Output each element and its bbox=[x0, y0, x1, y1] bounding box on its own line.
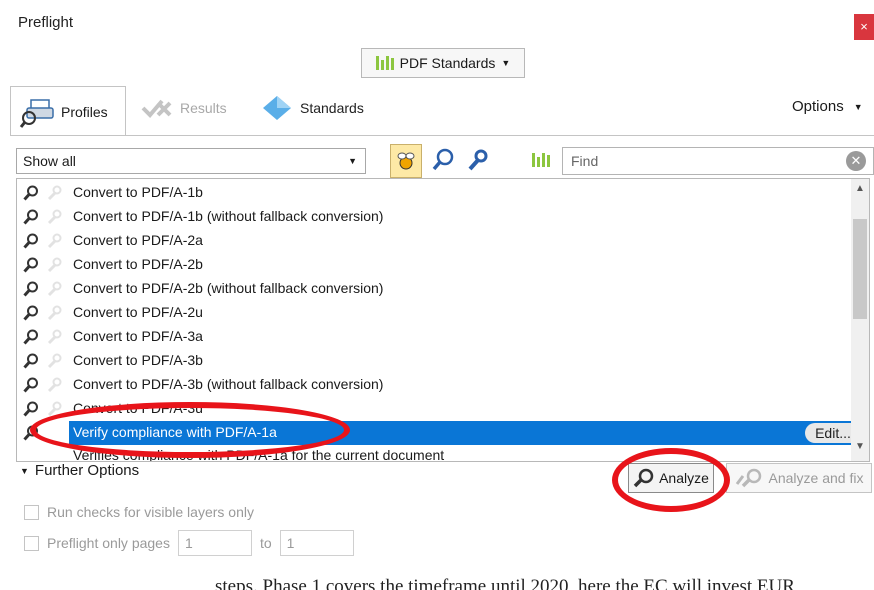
preflight-window: Preflight × PDF Standards ▼ Profiles Res… bbox=[0, 0, 874, 580]
analyze-tool-button[interactable] bbox=[428, 144, 458, 176]
magnifier-icon bbox=[23, 377, 39, 396]
magnifier-icon bbox=[23, 353, 39, 372]
visible-layers-checkbox[interactable] bbox=[24, 504, 39, 520]
profile-label: Convert to PDF/A-3b (without fallback co… bbox=[73, 376, 384, 392]
profile-row[interactable]: Convert to PDF/A-2b bbox=[17, 253, 851, 277]
wrench-icon bbox=[46, 209, 62, 228]
chevron-down-icon: ▼ bbox=[853, 101, 863, 112]
clear-search-icon[interactable]: ✕ bbox=[846, 151, 866, 171]
tab-standards-label: Standards bbox=[300, 100, 364, 116]
wrench-icon bbox=[46, 329, 62, 348]
profile-label: Convert to PDF/A-2a bbox=[73, 232, 203, 248]
pages-label: Preflight only pages bbox=[47, 535, 170, 551]
library-button[interactable] bbox=[526, 144, 556, 176]
scroll-up-icon[interactable]: ▲ bbox=[855, 183, 865, 194]
bee-icon bbox=[397, 152, 415, 170]
tab-divider bbox=[10, 135, 874, 136]
magnifier-icon bbox=[23, 305, 39, 324]
tab-results-label: Results bbox=[180, 100, 227, 116]
pages-option[interactable]: Preflight only pages 1 to 1 bbox=[24, 530, 354, 556]
close-button[interactable]: × bbox=[854, 14, 874, 40]
tab-profiles-label: Profiles bbox=[61, 103, 108, 120]
profile-row[interactable]: Convert to PDF/A-2b (without fallback co… bbox=[17, 277, 851, 301]
profile-row[interactable]: Convert to PDF/A-2a bbox=[17, 229, 851, 253]
magnifier-icon bbox=[23, 185, 39, 204]
options-label: Options bbox=[792, 98, 844, 115]
collapse-arrow-icon: ▼ bbox=[20, 465, 29, 476]
further-options-toggle[interactable]: ▼ Further Options bbox=[20, 462, 139, 479]
library-icon bbox=[532, 153, 550, 167]
pdf-standards-label: PDF Standards bbox=[399, 55, 496, 71]
profile-row[interactable]: Convert to PDF/A-3b (without fallback co… bbox=[17, 373, 851, 397]
search-input[interactable]: Find bbox=[562, 147, 874, 175]
annotation-circle-profile bbox=[30, 402, 350, 458]
filter-value: Show all bbox=[23, 153, 76, 169]
wrench-icon bbox=[468, 149, 488, 171]
wrench-icon bbox=[46, 281, 62, 300]
scrollbar[interactable]: ▲ ▼ bbox=[851, 179, 869, 461]
analyze-fix-label: Analyze and fix bbox=[768, 470, 864, 486]
profile-label: Convert to PDF/A-3b bbox=[73, 352, 203, 368]
magnifier-icon bbox=[23, 257, 39, 276]
profile-row[interactable]: Convert to PDF/A-1b bbox=[17, 181, 851, 205]
search-placeholder: Find bbox=[571, 153, 599, 169]
pages-checkbox[interactable] bbox=[24, 535, 39, 551]
wrench-icon bbox=[46, 305, 62, 324]
magnifier-icon bbox=[23, 329, 39, 348]
visible-layers-label: Run checks for visible layers only bbox=[47, 504, 254, 520]
magnifier-icon bbox=[23, 281, 39, 300]
magnifier-icon bbox=[23, 209, 39, 228]
further-options-label: Further Options bbox=[34, 462, 140, 479]
profile-label: Convert to PDF/A-1b bbox=[73, 184, 203, 200]
profile-row[interactable]: Convert to PDF/A-1b (without fallback co… bbox=[17, 205, 851, 229]
chevron-down-icon: ▼ bbox=[348, 156, 357, 166]
analyze-and-fix-button[interactable]: Analyze and fix bbox=[726, 463, 872, 493]
annotation-circle-analyze bbox=[612, 448, 730, 512]
from-page-input[interactable]: 1 bbox=[177, 530, 252, 556]
standards-icon bbox=[263, 96, 291, 120]
scroll-down-icon[interactable]: ▼ bbox=[855, 441, 865, 452]
tab-results[interactable]: Results bbox=[140, 92, 227, 124]
tab-standards[interactable]: Standards bbox=[262, 92, 364, 124]
profile-label: Convert to PDF/A-1b (without fallback co… bbox=[73, 208, 384, 224]
scrollbar-thumb[interactable] bbox=[853, 219, 867, 319]
wrench-icon bbox=[46, 257, 62, 276]
results-icon bbox=[141, 99, 172, 118]
fix-tool-button[interactable] bbox=[462, 144, 492, 176]
filter-dropdown[interactable]: Show all ▼ bbox=[16, 148, 366, 174]
pdf-standards-dropdown[interactable]: PDF Standards ▼ bbox=[361, 48, 525, 78]
magnifier-icon bbox=[432, 148, 454, 171]
profile-row[interactable]: Convert to PDF/A-3b bbox=[17, 349, 851, 373]
chevron-down-icon: ▼ bbox=[501, 58, 511, 68]
profiles-icon bbox=[19, 98, 54, 128]
wrench-icon bbox=[46, 377, 62, 396]
profile-row[interactable]: Convert to PDF/A-2u bbox=[17, 301, 851, 325]
library-icon bbox=[375, 56, 394, 70]
window-title: Preflight bbox=[18, 14, 74, 31]
profile-row[interactable]: Convert to PDF/A-3a bbox=[17, 325, 851, 349]
profile-label: Convert to PDF/A-2b bbox=[73, 256, 203, 272]
magnifier-icon bbox=[23, 401, 39, 420]
magnifier-icon bbox=[23, 233, 39, 252]
select-profiles-button[interactable] bbox=[390, 144, 422, 178]
visible-layers-option[interactable]: Run checks for visible layers only bbox=[24, 504, 254, 520]
profile-label: Convert to PDF/A-2b (without fallback co… bbox=[73, 280, 384, 296]
wrench-icon bbox=[46, 353, 62, 372]
background-document-text: steps. Phase 1 covers the timeframe unti… bbox=[215, 576, 795, 590]
flag-icon[interactable] bbox=[869, 425, 870, 441]
wrench-icon bbox=[46, 185, 62, 204]
to-page-input[interactable]: 1 bbox=[279, 530, 354, 556]
analyze-fix-icon bbox=[735, 468, 761, 488]
tab-profiles[interactable]: Profiles bbox=[10, 86, 126, 136]
options-menu[interactable]: Options ▼ bbox=[792, 98, 863, 115]
profile-label: Convert to PDF/A-3a bbox=[73, 328, 203, 344]
to-label: to bbox=[259, 535, 272, 551]
wrench-icon bbox=[46, 233, 62, 252]
profile-label: Convert to PDF/A-2u bbox=[73, 304, 203, 320]
